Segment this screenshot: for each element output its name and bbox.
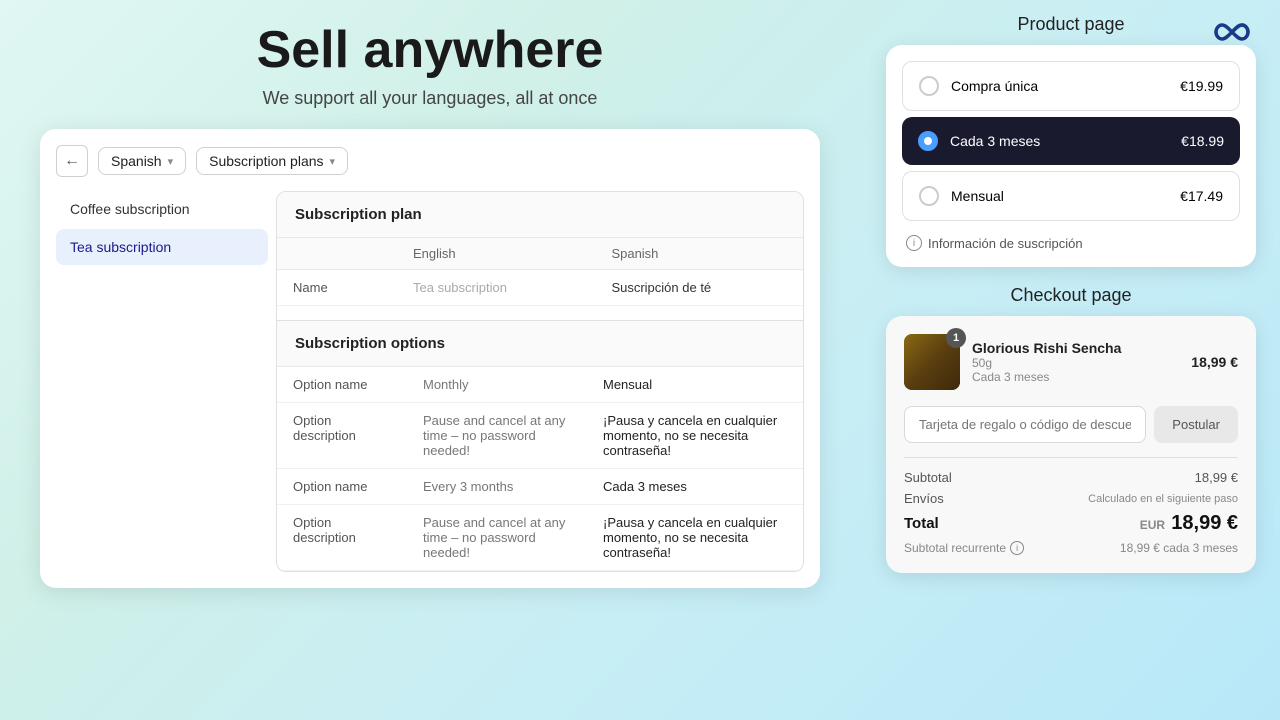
subtotal-recurrente-value: 18,99 € cada 3 meses <box>1120 541 1238 555</box>
language-dropdown[interactable]: Spanish ▾ <box>98 147 186 175</box>
total-amount: EUR 18,99 € <box>1140 512 1238 535</box>
right-panel: Product page Compra única €19.99 Cada 3 … <box>886 14 1256 573</box>
sidebar-item-label: Tea subscription <box>70 239 171 255</box>
row-spanish: ¡Pausa y cancela en cualquier momento, n… <box>587 505 803 571</box>
totals-section: Subtotal 18,99 € Envíos Calculado en el … <box>904 457 1238 555</box>
shipping-label: Envíos <box>904 491 944 506</box>
subtotal-value: 18,99 € <box>1195 470 1238 485</box>
row-key: Option description <box>277 505 407 571</box>
item-image-container: 1 <box>904 334 960 390</box>
item-details: Glorious Rishi Sencha 50g Cada 3 meses <box>972 340 1179 384</box>
row-spanish: ¡Pausa y cancela en cualquier momento, n… <box>587 403 803 469</box>
language-label: Spanish <box>111 153 162 169</box>
item-variant: 50g <box>972 356 1179 370</box>
checkout-item: 1 Glorious Rishi Sencha 50g Cada 3 meses… <box>904 334 1238 390</box>
editor-toolbar: ← Spanish ▾ Subscription plans ▾ <box>56 145 804 177</box>
row-spanish: Mensual <box>587 367 803 403</box>
sidebar: Coffee subscription Tea subscription <box>56 191 276 572</box>
main-content: Subscription plan English Spanish <box>276 191 804 572</box>
page-title: Sell anywhere <box>40 20 820 80</box>
shipping-value: Calculado en el siguiente paso <box>1088 493 1238 505</box>
checkout-page-label: Checkout page <box>886 285 1256 306</box>
table-row: Option description Pause and cancel at a… <box>277 403 803 469</box>
sidebar-item-coffee[interactable]: Coffee subscription <box>56 191 268 227</box>
radio-circle-icon <box>919 76 939 96</box>
back-button[interactable]: ← <box>56 145 88 177</box>
sidebar-item-label: Coffee subscription <box>70 201 190 217</box>
total-label: Total <box>904 515 939 532</box>
info-icon: i <box>1010 541 1024 555</box>
radio-label: Compra única <box>951 78 1038 94</box>
col-english-header: English <box>397 238 595 270</box>
col-spanish-header: Spanish <box>595 238 803 270</box>
sidebar-item-tea[interactable]: Tea subscription <box>56 229 268 265</box>
table-row: Option name Monthly Mensual <box>277 367 803 403</box>
radio-option-monthly[interactable]: Mensual €17.49 <box>902 171 1240 221</box>
shipping-row: Envíos Calculado en el siguiente paso <box>904 491 1238 506</box>
radio-label: Mensual <box>951 188 1004 204</box>
chevron-down-icon: ▾ <box>168 155 174 168</box>
page-subtitle: We support all your languages, all at on… <box>40 88 820 109</box>
info-icon: i <box>906 235 922 251</box>
row-key: Option name <box>277 367 407 403</box>
radio-option-3months[interactable]: Cada 3 meses €18.99 <box>902 117 1240 165</box>
row-english: Tea subscription <box>397 270 595 306</box>
subscription-plan-header: Subscription plan <box>277 192 803 238</box>
apply-discount-button[interactable]: Postular <box>1154 406 1238 443</box>
radio-option-one-time[interactable]: Compra única €19.99 <box>902 61 1240 111</box>
radio-circle-checked-icon <box>918 131 938 151</box>
subscription-options-section: Subscription options Option name Monthly… <box>277 320 803 571</box>
plans-dropdown[interactable]: Subscription plans ▾ <box>196 147 348 175</box>
subscription-info: i Información de suscripción <box>902 227 1240 251</box>
table-row: Option name Every 3 months Cada 3 meses <box>277 469 803 505</box>
radio-price: €17.49 <box>1180 188 1223 204</box>
chevron-down-icon: ▾ <box>330 155 336 168</box>
subscription-options-table: Option name Monthly Mensual Option descr… <box>277 367 803 571</box>
item-price: 18,99 € <box>1191 354 1238 370</box>
product-card: Compra única €19.99 Cada 3 meses €18.99 … <box>886 45 1256 267</box>
radio-price: €19.99 <box>1180 78 1223 94</box>
radio-price: €18.99 <box>1181 133 1224 149</box>
currency-label: EUR <box>1140 518 1165 532</box>
row-english: Pause and cancel at any time – no passwo… <box>407 403 587 469</box>
subtotal-label: Subtotal <box>904 470 952 485</box>
item-badge: 1 <box>946 328 966 348</box>
discount-row: Postular <box>904 406 1238 443</box>
subscription-info-label: Información de suscripción <box>928 236 1083 251</box>
subscription-options-header: Subscription options <box>277 321 803 367</box>
plans-label: Subscription plans <box>209 153 323 169</box>
subscription-plan-table: English Spanish Name Tea subscription Su… <box>277 238 803 306</box>
row-english: Pause and cancel at any time – no passwo… <box>407 505 587 571</box>
radio-circle-icon <box>919 186 939 206</box>
checkout-card: 1 Glorious Rishi Sencha 50g Cada 3 meses… <box>886 316 1256 573</box>
product-page-label: Product page <box>886 14 1256 35</box>
table-row: Option description Pause and cancel at a… <box>277 505 803 571</box>
col-key-header <box>277 238 397 270</box>
editor-card: ← Spanish ▾ Subscription plans ▾ Coffee … <box>40 129 820 588</box>
item-name: Glorious Rishi Sencha <box>972 340 1179 356</box>
radio-label: Cada 3 meses <box>950 133 1040 149</box>
row-spanish: Cada 3 meses <box>587 469 803 505</box>
row-key: Option description <box>277 403 407 469</box>
subtotal-recurrente-label: Subtotal recurrente <box>904 541 1006 555</box>
table-row: Name Tea subscription Suscripción de té <box>277 270 803 306</box>
subtotal-row: Subtotal 18,99 € <box>904 470 1238 485</box>
subscription-plan-section: Subscription plan English Spanish <box>277 192 803 306</box>
item-subscription: Cada 3 meses <box>972 370 1179 384</box>
back-icon: ← <box>64 152 80 170</box>
left-panel: Sell anywhere We support all your langua… <box>40 20 820 588</box>
editor-body: Coffee subscription Tea subscription Sub… <box>56 191 804 572</box>
total-row: Total EUR 18,99 € <box>904 512 1238 535</box>
row-spanish: Suscripción de té <box>595 270 803 306</box>
subtotal-recurrente-row: Subtotal recurrente i 18,99 € cada 3 mes… <box>904 541 1238 555</box>
total-value: 18,99 € <box>1171 512 1238 534</box>
row-english: Every 3 months <box>407 469 587 505</box>
row-english: Monthly <box>407 367 587 403</box>
row-key: Option name <box>277 469 407 505</box>
row-key: Name <box>277 270 397 306</box>
discount-input[interactable] <box>904 406 1146 443</box>
